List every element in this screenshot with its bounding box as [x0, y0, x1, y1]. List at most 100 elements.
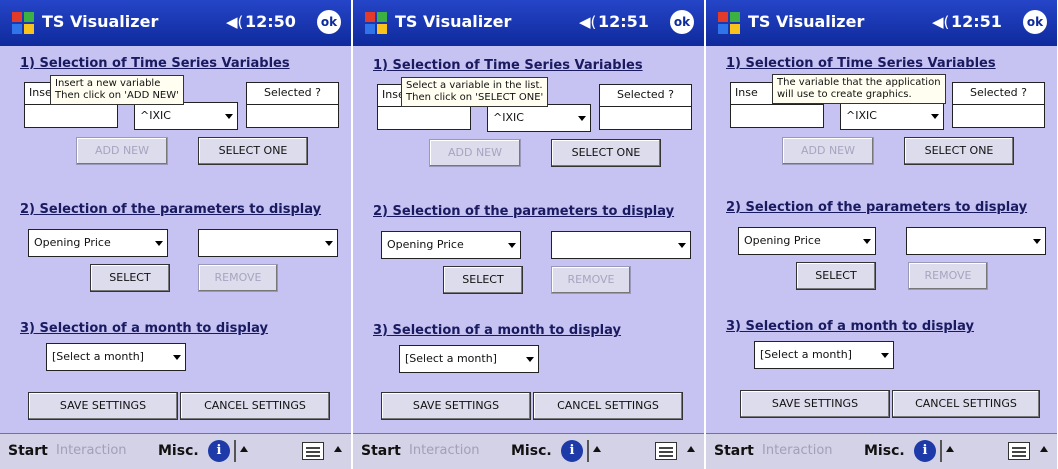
select-one-button[interactable]: SELECT ONE [551, 139, 661, 167]
month-dropdown-value: [Select a month] [52, 350, 144, 363]
month-dropdown[interactable]: [Select a month] [399, 345, 539, 373]
variable-dropdown[interactable]: ^IXIC [840, 102, 944, 130]
selected-variable-field [599, 106, 692, 130]
interaction-menu[interactable]: Interaction [762, 443, 833, 458]
chevron-down-icon [863, 239, 871, 244]
month-dropdown[interactable]: [Select a month] [754, 341, 894, 369]
caret-up-icon[interactable] [240, 446, 248, 452]
title-bar: TS Visualizer ◀( 12:50 ok [0, 0, 351, 46]
chevron-down-icon [931, 114, 939, 119]
parameter-dropdown[interactable]: Opening Price [381, 231, 521, 259]
variable-dropdown[interactable]: ^IXIC [134, 102, 238, 130]
select-one-button[interactable]: SELECT ONE [904, 137, 1014, 165]
section-1-title: 1) Selection of Time Series Variables [373, 58, 643, 73]
taskbar-divider [587, 440, 589, 462]
clock[interactable]: 12:51 [598, 12, 649, 31]
variable-dropdown-value: ^IXIC [493, 111, 524, 124]
new-variable-input[interactable] [377, 106, 471, 130]
select-button[interactable]: SELECT [90, 264, 170, 292]
screen-1: TS Visualizer ◀( 12:50 ok 1) Selection o… [0, 0, 351, 469]
select-button[interactable]: SELECT [796, 262, 876, 290]
variable-dropdown[interactable]: ^IXIC [487, 104, 591, 132]
add-new-button[interactable]: ADD NEW [429, 139, 521, 167]
remove-button[interactable]: REMOVE [551, 266, 631, 294]
start-menu[interactable]: Start [361, 443, 401, 459]
save-settings-button[interactable]: SAVE SETTINGS [381, 392, 531, 420]
app-title: TS Visualizer [748, 12, 865, 31]
info-icon[interactable]: i [914, 440, 936, 462]
parameter-dropdown[interactable]: Opening Price [738, 227, 876, 255]
section-3-title: 3) Selection of a month to display [20, 321, 268, 336]
screen-3: TS Visualizer ◀( 12:51 ok 1) Selection o… [706, 0, 1057, 469]
remove-button[interactable]: REMOVE [908, 262, 988, 290]
chevron-down-icon [881, 353, 889, 358]
variable-dropdown-value: ^IXIC [846, 109, 877, 122]
ok-button[interactable]: ok [1023, 10, 1047, 34]
add-new-button[interactable]: ADD NEW [76, 137, 168, 165]
taskbar-divider [234, 440, 236, 462]
windows-flag-icon[interactable] [363, 9, 389, 37]
caret-up-icon[interactable] [946, 446, 954, 452]
speaker-icon[interactable]: ◀( [226, 13, 243, 31]
section-3-title: 3) Selection of a month to display [726, 319, 974, 334]
parameter-dropdown-value: Opening Price [387, 238, 464, 251]
ok-button[interactable]: ok [317, 10, 341, 34]
taskbar: Start Interaction Misc. i [0, 433, 351, 469]
ok-button[interactable]: ok [670, 10, 694, 34]
input-menu-caret-icon[interactable] [334, 446, 342, 452]
keyboard-icon[interactable] [1008, 442, 1030, 460]
clock[interactable]: 12:50 [245, 12, 296, 31]
interaction-menu[interactable]: Interaction [409, 443, 480, 458]
tooltip-line-1: Insert a new variable [55, 78, 161, 89]
chevron-down-icon [155, 241, 163, 246]
start-menu[interactable]: Start [8, 443, 48, 459]
variable-dropdown-value: ^IXIC [140, 109, 171, 122]
misc-menu[interactable]: Misc. [864, 443, 905, 459]
title-bar: TS Visualizer ◀( 12:51 ok [353, 0, 704, 46]
new-variable-input[interactable] [24, 104, 118, 128]
caret-up-icon[interactable] [593, 446, 601, 452]
add-new-button[interactable]: ADD NEW [782, 137, 874, 165]
selected-variable-field [246, 104, 339, 128]
section-1-title: 1) Selection of Time Series Variables [20, 56, 290, 71]
parameter-dropdown[interactable]: Opening Price [28, 229, 168, 257]
new-variable-input[interactable] [730, 104, 824, 128]
interaction-menu[interactable]: Interaction [56, 443, 127, 458]
cancel-settings-button[interactable]: CANCEL SETTINGS [533, 392, 683, 420]
help-tooltip: Select a variable in the list. Then clic… [401, 77, 549, 107]
save-settings-button[interactable]: SAVE SETTINGS [740, 390, 890, 418]
title-bar: TS Visualizer ◀( 12:51 ok [706, 0, 1057, 46]
chevron-down-icon [325, 241, 333, 246]
cancel-settings-button[interactable]: CANCEL SETTINGS [180, 392, 330, 420]
selected-parameters-dropdown[interactable] [906, 227, 1046, 255]
chevron-down-icon [173, 355, 181, 360]
clock[interactable]: 12:51 [951, 12, 1002, 31]
tooltip-line-2: will use to create graphics. [777, 89, 912, 100]
tooltip-line-1: Select a variable in the list. [406, 80, 543, 91]
windows-flag-icon[interactable] [10, 9, 36, 37]
selected-parameters-dropdown[interactable] [198, 229, 338, 257]
speaker-icon[interactable]: ◀( [932, 13, 949, 31]
remove-button[interactable]: REMOVE [198, 264, 278, 292]
info-icon[interactable]: i [561, 440, 583, 462]
cancel-settings-button[interactable]: CANCEL SETTINGS [892, 390, 1040, 418]
input-menu-caret-icon[interactable] [1040, 446, 1048, 452]
start-menu[interactable]: Start [714, 443, 754, 459]
save-settings-button[interactable]: SAVE SETTINGS [28, 392, 178, 420]
chevron-down-icon [1033, 239, 1041, 244]
month-dropdown[interactable]: [Select a month] [46, 343, 186, 371]
misc-menu[interactable]: Misc. [511, 443, 552, 459]
input-menu-caret-icon[interactable] [687, 446, 695, 452]
section-3-title: 3) Selection of a month to display [373, 323, 621, 338]
windows-flag-icon[interactable] [716, 9, 742, 37]
keyboard-icon[interactable] [655, 442, 677, 460]
select-one-button[interactable]: SELECT ONE [198, 137, 308, 165]
speaker-icon[interactable]: ◀( [579, 13, 596, 31]
info-icon[interactable]: i [208, 440, 230, 462]
help-tooltip: The variable that the application will u… [772, 74, 946, 104]
misc-menu[interactable]: Misc. [158, 443, 199, 459]
select-button[interactable]: SELECT [443, 266, 523, 294]
selected-parameters-dropdown[interactable] [551, 231, 691, 259]
month-dropdown-value: [Select a month] [760, 348, 852, 361]
keyboard-icon[interactable] [302, 442, 324, 460]
